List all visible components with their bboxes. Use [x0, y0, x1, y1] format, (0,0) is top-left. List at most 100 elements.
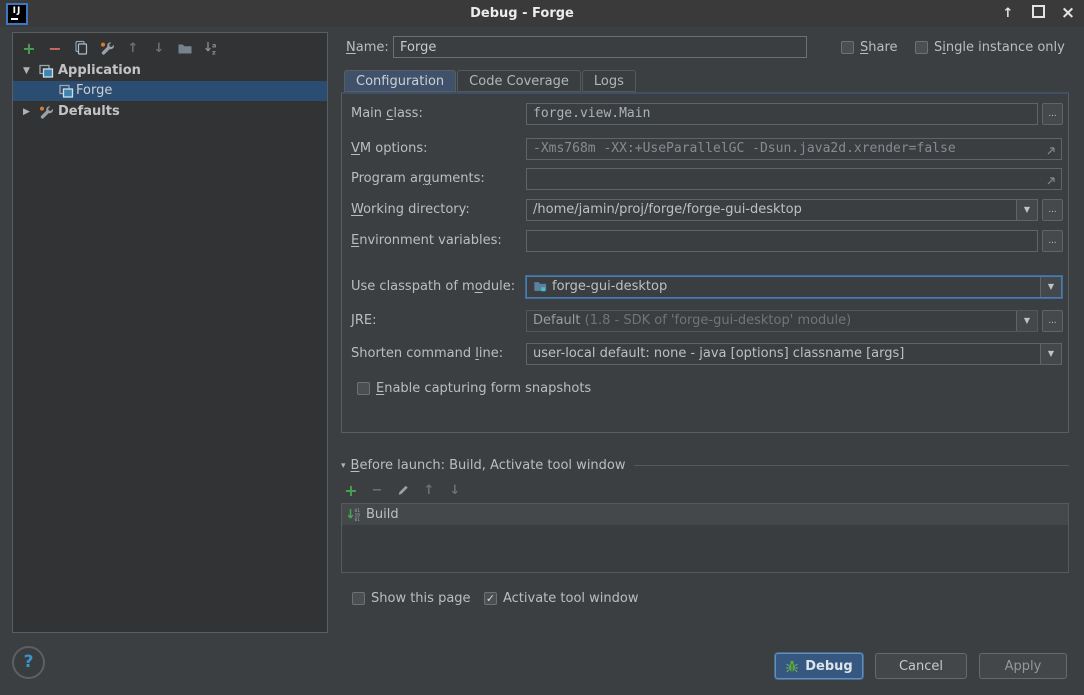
before-launch-add-button[interactable]: + [343, 482, 359, 498]
titlebar: IJ Debug - Forge ↑ × [0, 0, 1084, 27]
configurations-tree: ▼ Application Forge ▶ Defaults [13, 61, 327, 122]
configuration-panel: Main class: forge.view.Main ... VM optio… [341, 92, 1069, 433]
jre-label: JRE: [351, 310, 376, 332]
remove-configuration-button[interactable]: − [47, 40, 63, 56]
move-up-button[interactable]: ↑ [125, 40, 141, 56]
before-launch-move-down-button[interactable]: ↓ [447, 482, 463, 498]
svg-text:01: 01 [355, 517, 361, 523]
environment-variables-row: Environment variables: ... [342, 230, 1068, 252]
tree-item-forge[interactable]: Forge [13, 81, 327, 101]
working-directory-dropdown-icon[interactable]: ▼ [1016, 200, 1037, 220]
before-launch-header[interactable]: ▾ Before launch: Build, Activate tool wi… [341, 458, 1069, 473]
show-this-page-label[interactable]: Show this page [371, 591, 471, 606]
build-compile-icon: 01 10 01 [346, 507, 362, 523]
share-label[interactable]: Share [860, 40, 898, 55]
tree-expand-toggle[interactable]: ▼ [23, 61, 30, 81]
edit-defaults-wrench-icon[interactable] [99, 40, 115, 56]
before-launch-title: Before launch: Build, Activate tool wind… [351, 458, 626, 473]
tree-item-label: Defaults [58, 102, 120, 122]
jre-dropdown-icon[interactable]: ▼ [1016, 311, 1037, 331]
configuration-tabs: Configuration Code Coverage Logs [344, 70, 637, 92]
main-class-row: Main class: forge.view.Main ... [342, 103, 1068, 125]
tab-code-coverage[interactable]: Code Coverage [457, 70, 581, 92]
before-launch-move-up-button[interactable]: ↑ [421, 482, 437, 498]
add-configuration-button[interactable]: + [21, 40, 37, 56]
create-folder-icon[interactable] [177, 40, 193, 56]
name-input[interactable] [393, 36, 807, 58]
expand-field-icon[interactable] [1045, 174, 1057, 190]
enable-snapshots-checkbox[interactable] [357, 382, 370, 395]
activate-tool-window-checkbox[interactable]: ✓ [484, 592, 497, 605]
working-directory-field[interactable]: /home/jamin/proj/forge/forge-gui-desktop… [526, 199, 1038, 221]
window-title: Debug - Forge [0, 0, 1044, 27]
show-this-page-checkbox[interactable] [352, 592, 365, 605]
debug-button[interactable]: Debug [775, 653, 863, 679]
working-directory-label: Working directory: [351, 199, 470, 221]
help-button[interactable]: ? [12, 646, 45, 679]
shade-window-icon[interactable]: ↑ [1000, 6, 1016, 21]
environment-variables-browse-button[interactable]: ... [1042, 230, 1063, 252]
tree-toolbar: + − ↑ ↓ az [21, 38, 219, 58]
jre-browse-button[interactable]: ... [1042, 310, 1063, 332]
environment-variables-field[interactable] [526, 230, 1038, 252]
working-directory-row: Working directory: /home/jamin/proj/forg… [342, 199, 1068, 221]
name-label: Name: [346, 40, 389, 55]
expand-field-icon[interactable] [1045, 144, 1057, 160]
apply-button-label: Apply [1005, 659, 1042, 674]
checkmark-icon: ✓ [486, 592, 495, 605]
section-collapse-icon[interactable]: ▾ [341, 461, 346, 471]
cancel-button-label: Cancel [899, 659, 943, 674]
module-icon [533, 279, 547, 298]
tree-item-label: Application [58, 61, 141, 81]
vm-options-label: VM options: [351, 138, 428, 160]
before-launch-item-build[interactable]: 01 10 01 Build [342, 504, 1068, 525]
tree-item-label: Forge [76, 81, 112, 101]
tree-item-defaults[interactable]: ▶ Defaults [13, 102, 327, 122]
before-launch-edit-pencil-icon[interactable] [395, 482, 411, 498]
maximize-window-icon[interactable] [1030, 5, 1046, 22]
activate-tool-window-label[interactable]: Activate tool window [503, 591, 638, 606]
apply-button[interactable]: Apply [979, 653, 1067, 679]
defaults-wrench-icon [38, 104, 54, 127]
configurations-tree-panel: + − ↑ ↓ az ▼ Application [12, 32, 328, 633]
enable-snapshots-row: Enable capturing form snapshots [342, 378, 1068, 400]
cancel-button[interactable]: Cancel [875, 653, 967, 679]
classpath-module-dropdown-icon[interactable]: ▼ [1040, 277, 1061, 297]
share-checkbox[interactable] [841, 41, 854, 54]
svg-text:z: z [212, 49, 216, 57]
close-window-icon[interactable]: × [1060, 5, 1076, 22]
before-launch-toolbar: + − ↑ ↓ [343, 481, 463, 499]
tree-item-application[interactable]: ▼ Application [13, 61, 327, 81]
shorten-command-line-dropdown-icon[interactable]: ▼ [1040, 344, 1061, 364]
debug-button-label: Debug [805, 659, 852, 674]
classpath-module-label: Use classpath of module: [351, 276, 515, 298]
copy-configuration-icon[interactable] [73, 40, 89, 56]
main-class-field[interactable]: forge.view.Main [526, 103, 1038, 125]
vm-options-field[interactable]: -Xms768m -XX:+UseParallelGC -Dsun.java2d… [526, 138, 1062, 160]
jre-combobox[interactable]: Default (1.8 - SDK of 'forge-gui-desktop… [526, 310, 1038, 332]
main-class-browse-button[interactable]: ... [1042, 103, 1063, 125]
enable-snapshots-label[interactable]: Enable capturing form snapshots [376, 381, 591, 396]
run-debug-configurations-dialog: IJ Debug - Forge ↑ × + − ↑ ↓ az [0, 0, 1084, 695]
shorten-command-line-label: Shorten command line: [351, 343, 503, 365]
environment-variables-label: Environment variables: [351, 230, 502, 252]
classpath-module-row: Use classpath of module: forge-gui-deskt… [342, 276, 1068, 298]
program-arguments-field[interactable] [526, 168, 1062, 190]
before-launch-remove-button[interactable]: − [369, 482, 385, 498]
single-instance-checkbox[interactable] [915, 41, 928, 54]
tree-expand-toggle[interactable]: ▶ [23, 102, 30, 122]
before-launch-list: 01 10 01 Build [341, 503, 1069, 573]
working-directory-browse-button[interactable]: ... [1042, 199, 1063, 221]
sort-configurations-icon[interactable]: az [203, 40, 219, 56]
shorten-command-line-combobox[interactable]: user-local default: none - java [options… [526, 343, 1062, 365]
classpath-module-combobox[interactable]: forge-gui-desktop ▼ [526, 276, 1062, 298]
tab-logs[interactable]: Logs [582, 70, 636, 92]
single-instance-label[interactable]: Single instance only [934, 40, 1065, 55]
shorten-command-line-row: Shorten command line: user-local default… [342, 343, 1068, 365]
program-arguments-label: Program arguments: [351, 168, 485, 190]
main-class-label: Main class: [351, 103, 423, 125]
move-down-button[interactable]: ↓ [151, 40, 167, 56]
tab-configuration[interactable]: Configuration [344, 70, 456, 92]
bug-icon [785, 659, 799, 673]
jre-row: JRE: Default (1.8 - SDK of 'forge-gui-de… [342, 310, 1068, 332]
